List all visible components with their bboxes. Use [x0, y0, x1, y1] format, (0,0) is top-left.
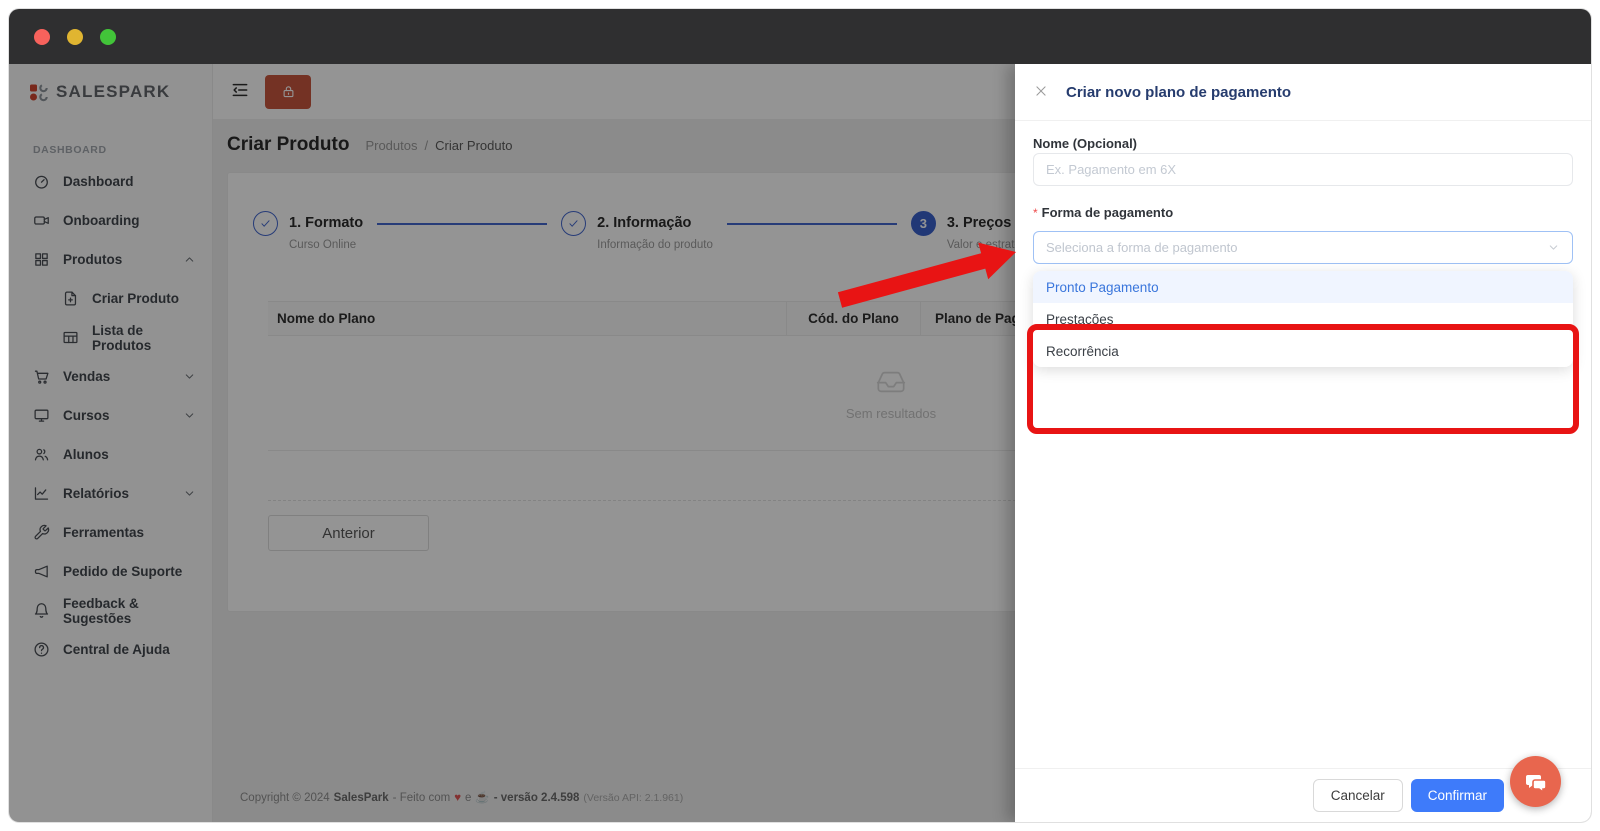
drawer-title: Criar novo plano de pagamento	[1066, 83, 1292, 101]
drawer-footer: Cancelar Confirmar	[1015, 768, 1591, 822]
confirm-button[interactable]: Confirmar	[1410, 779, 1504, 812]
drawer-body: Nome (Opcional) * Forma de pagamento Sel…	[1015, 121, 1591, 768]
chat-fab-button[interactable]	[1510, 756, 1561, 807]
close-icon	[1034, 84, 1048, 98]
cancel-button[interactable]: Cancelar	[1312, 779, 1403, 812]
payment-method-select[interactable]: Seleciona a forma de pagamento	[1033, 231, 1573, 264]
payment-method-dropdown: Pronto Pagamento Prestações Recorrência	[1033, 271, 1573, 367]
option-prestacoes[interactable]: Prestações	[1033, 303, 1573, 335]
name-input[interactable]	[1033, 153, 1573, 186]
required-mark: *	[1033, 206, 1038, 220]
chevron-down-icon	[1547, 241, 1560, 254]
chat-icon	[1525, 774, 1547, 794]
window-zoom-button[interactable]	[100, 28, 116, 45]
payment-field-label-text: Forma de pagamento	[1041, 205, 1174, 220]
drawer-close-button[interactable]	[1031, 82, 1051, 102]
option-pronto-pagamento[interactable]: Pronto Pagamento	[1033, 271, 1573, 303]
window-minimize-button[interactable]	[67, 28, 83, 45]
drawer-header: Criar novo plano de pagamento	[1015, 64, 1591, 121]
name-field-label: Nome (Opcional)	[1033, 136, 1138, 151]
option-recorrencia[interactable]: Recorrência	[1033, 335, 1573, 367]
window-titlebar	[9, 9, 1591, 64]
app-window: SALESPARK DASHBOARD Dashboard Onboarding…	[9, 9, 1591, 822]
create-payment-plan-drawer: Criar novo plano de pagamento Nome (Opci…	[1015, 64, 1591, 822]
app-body: SALESPARK DASHBOARD Dashboard Onboarding…	[9, 64, 1591, 822]
select-placeholder: Seleciona a forma de pagamento	[1046, 240, 1238, 255]
payment-field-label: * Forma de pagamento	[1033, 205, 1573, 221]
window-close-button[interactable]	[34, 28, 50, 45]
